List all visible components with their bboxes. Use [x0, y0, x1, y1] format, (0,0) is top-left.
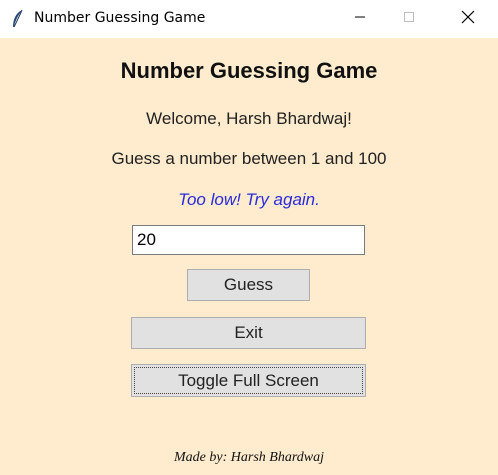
credit-label: Made by: Harsh Bhardwaj: [174, 450, 324, 465]
welcome-label: Welcome, Harsh Bhardwaj!: [146, 109, 352, 128]
game-panel: Number Guessing Game Welcome, Harsh Bhar…: [0, 38, 498, 475]
maximize-icon: [403, 10, 415, 28]
window-title: Number Guessing Game: [34, 10, 206, 26]
close-button[interactable]: [445, 0, 491, 38]
feedback-label: Too low! Try again.: [178, 190, 320, 209]
close-icon: [461, 10, 475, 29]
title-bar: Number Guessing Game: [0, 0, 498, 38]
guess-button[interactable]: Guess: [187, 269, 310, 301]
minimize-icon: [354, 10, 366, 28]
guess-input[interactable]: [132, 225, 365, 255]
instruction-label: Guess a number between 1 and 100: [111, 149, 387, 168]
feather-icon: [10, 9, 26, 29]
maximize-button[interactable]: [386, 0, 432, 38]
minimize-button[interactable]: [337, 0, 383, 38]
exit-button[interactable]: Exit: [131, 317, 366, 349]
page-title: Number Guessing Game: [120, 58, 378, 83]
toggle-fullscreen-button[interactable]: Toggle Full Screen: [131, 364, 366, 397]
